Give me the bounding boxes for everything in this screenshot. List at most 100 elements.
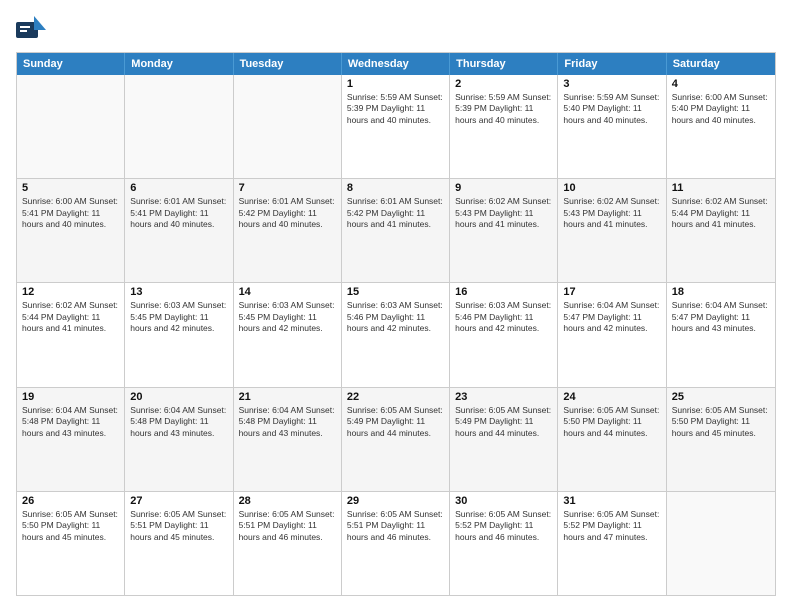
day-number-14: 14 [239,286,336,298]
day-info-15: Sunrise: 6:03 AM Sunset: 5:46 PM Dayligh… [347,300,444,334]
day-number-27: 27 [130,495,227,507]
day-number-2: 2 [455,78,552,90]
day-cell-1: 1 Sunrise: 5:59 AM Sunset: 5:39 PM Daylig… [342,75,450,178]
day-cell-30: 30 Sunrise: 6:05 AM Sunset: 5:52 PM Dayli… [450,492,558,595]
day-info-22: Sunrise: 6:05 AM Sunset: 5:49 PM Dayligh… [347,405,444,439]
day-info-23: Sunrise: 6:05 AM Sunset: 5:49 PM Dayligh… [455,405,552,439]
day-cell-14: 14 Sunrise: 6:03 AM Sunset: 5:45 PM Dayli… [234,283,342,386]
day-cell-29: 29Sunrise: 6:05 AM Sunset: 5:51 PM Dayli… [342,492,450,595]
day-info-14: Sunrise: 6:03 AM Sunset: 5:45 PM Dayligh… [239,300,336,334]
day-number-10: 10 [563,182,660,194]
day-cell-6: 6 Sunrise: 6:01 AM Sunset: 5:41 PM Daylig… [125,179,233,282]
day-cell-3: 3Sunrise: 5:59 AM Sunset: 5:40 PM Daylig… [558,75,666,178]
day-number-25: 25 [672,391,770,403]
day-cell-13: 13 Sunrise: 6:03 AM Sunset: 5:45 PM Dayli… [125,283,233,386]
day-number-21: 21 [239,391,336,403]
day-cell-11: 11Sunrise: 6:02 AM Sunset: 5:44 PM Dayli… [667,179,775,282]
day-cell-8: 8 Sunrise: 6:01 AM Sunset: 5:42 PM Daylig… [342,179,450,282]
day-cell-4: 4 Sunrise: 6:00 AM Sunset: 5:40 PM Daylig… [667,75,775,178]
day-info-25: Sunrise: 6:05 AM Sunset: 5:50 PM Dayligh… [672,405,770,439]
day-info-1: Sunrise: 5:59 AM Sunset: 5:39 PM Dayligh… [347,92,444,126]
day-cell-19: 19 Sunrise: 6:04 AM Sunset: 5:48 PM Dayli… [17,388,125,491]
day-cell-28: 28 Sunrise: 6:05 AM Sunset: 5:51 PM Dayli… [234,492,342,595]
day-number-7: 7 [239,182,336,194]
day-number-1: 1 [347,78,444,90]
calendar-header: SundayMondayTuesdayWednesdayThursdayFrid… [17,53,775,75]
day-info-2: Sunrise: 5:59 AM Sunset: 5:39 PM Dayligh… [455,92,552,126]
day-info-5: Sunrise: 6:00 AM Sunset: 5:41 PM Dayligh… [22,196,119,230]
day-info-13: Sunrise: 6:03 AM Sunset: 5:45 PM Dayligh… [130,300,227,334]
day-number-8: 8 [347,182,444,194]
empty-cell [125,75,233,178]
day-number-13: 13 [130,286,227,298]
day-number-20: 20 [130,391,227,403]
day-cell-10: 10 Sunrise: 6:02 AM Sunset: 5:43 PM Dayli… [558,179,666,282]
day-info-10: Sunrise: 6:02 AM Sunset: 5:43 PM Dayligh… [563,196,660,230]
day-number-9: 9 [455,182,552,194]
day-cell-15: 15 Sunrise: 6:03 AM Sunset: 5:46 PM Dayli… [342,283,450,386]
calendar-row-4: 19 Sunrise: 6:04 AM Sunset: 5:48 PM Dayli… [17,388,775,492]
header-cell-wednesday: Wednesday [342,53,450,75]
day-number-18: 18 [672,286,770,298]
day-info-8: Sunrise: 6:01 AM Sunset: 5:42 PM Dayligh… [347,196,444,230]
day-cell-26: 26 Sunrise: 6:05 AM Sunset: 5:50 PM Dayli… [17,492,125,595]
calendar-row-2: 5 Sunrise: 6:00 AM Sunset: 5:41 PM Daylig… [17,179,775,283]
day-info-16: Sunrise: 6:03 AM Sunset: 5:46 PM Dayligh… [455,300,552,334]
day-info-21: Sunrise: 6:04 AM Sunset: 5:48 PM Dayligh… [239,405,336,439]
day-info-4: Sunrise: 6:00 AM Sunset: 5:40 PM Dayligh… [672,92,770,126]
empty-cell [234,75,342,178]
day-info-6: Sunrise: 6:01 AM Sunset: 5:41 PM Dayligh… [130,196,227,230]
day-info-12: Sunrise: 6:02 AM Sunset: 5:44 PM Dayligh… [22,300,119,334]
day-info-26: Sunrise: 6:05 AM Sunset: 5:50 PM Dayligh… [22,509,119,543]
header-cell-tuesday: Tuesday [234,53,342,75]
day-cell-17: 17 Sunrise: 6:04 AM Sunset: 5:47 PM Dayli… [558,283,666,386]
day-number-5: 5 [22,182,119,194]
day-cell-9: 9 Sunrise: 6:02 AM Sunset: 5:43 PM Daylig… [450,179,558,282]
day-cell-22: 22Sunrise: 6:05 AM Sunset: 5:49 PM Dayli… [342,388,450,491]
day-number-28: 28 [239,495,336,507]
day-info-17: Sunrise: 6:04 AM Sunset: 5:47 PM Dayligh… [563,300,660,334]
calendar: SundayMondayTuesdayWednesdayThursdayFrid… [16,52,776,596]
logo-row [16,16,48,44]
day-cell-31: 31 Sunrise: 6:05 AM Sunset: 5:52 PM Dayli… [558,492,666,595]
day-cell-20: 20Sunrise: 6:04 AM Sunset: 5:48 PM Dayli… [125,388,233,491]
day-number-6: 6 [130,182,227,194]
day-info-29: Sunrise: 6:05 AM Sunset: 5:51 PM Dayligh… [347,509,444,543]
day-number-30: 30 [455,495,552,507]
day-number-17: 17 [563,286,660,298]
header [16,16,776,44]
day-cell-18: 18 Sunrise: 6:04 AM Sunset: 5:47 PM Dayli… [667,283,775,386]
day-info-9: Sunrise: 6:02 AM Sunset: 5:43 PM Dayligh… [455,196,552,230]
empty-cell [667,492,775,595]
logo-icon [16,16,46,44]
day-info-30: Sunrise: 6:05 AM Sunset: 5:52 PM Dayligh… [455,509,552,543]
header-cell-saturday: Saturday [667,53,775,75]
header-cell-sunday: Sunday [17,53,125,75]
day-number-26: 26 [22,495,119,507]
day-number-16: 16 [455,286,552,298]
day-info-18: Sunrise: 6:04 AM Sunset: 5:47 PM Dayligh… [672,300,770,334]
day-number-15: 15 [347,286,444,298]
day-info-31: Sunrise: 6:05 AM Sunset: 5:52 PM Dayligh… [563,509,660,543]
day-number-4: 4 [672,78,770,90]
day-number-19: 19 [22,391,119,403]
day-cell-12: 12 Sunrise: 6:02 AM Sunset: 5:44 PM Dayli… [17,283,125,386]
day-cell-16: 16 Sunrise: 6:03 AM Sunset: 5:46 PM Dayli… [450,283,558,386]
header-cell-monday: Monday [125,53,233,75]
day-cell-7: 7 Sunrise: 6:01 AM Sunset: 5:42 PM Daylig… [234,179,342,282]
day-cell-2: 2 Sunrise: 5:59 AM Sunset: 5:39 PM Daylig… [450,75,558,178]
day-info-28: Sunrise: 6:05 AM Sunset: 5:51 PM Dayligh… [239,509,336,543]
day-number-31: 31 [563,495,660,507]
day-cell-23: 23Sunrise: 6:05 AM Sunset: 5:49 PM Dayli… [450,388,558,491]
calendar-row-5: 26 Sunrise: 6:05 AM Sunset: 5:50 PM Dayli… [17,492,775,595]
page: SundayMondayTuesdayWednesdayThursdayFrid… [0,0,792,612]
day-info-24: Sunrise: 6:05 AM Sunset: 5:50 PM Dayligh… [563,405,660,439]
day-cell-21: 21 Sunrise: 6:04 AM Sunset: 5:48 PM Dayli… [234,388,342,491]
day-cell-25: 25 Sunrise: 6:05 AM Sunset: 5:50 PM Dayli… [667,388,775,491]
day-number-12: 12 [22,286,119,298]
day-cell-24: 24Sunrise: 6:05 AM Sunset: 5:50 PM Dayli… [558,388,666,491]
header-cell-thursday: Thursday [450,53,558,75]
day-cell-5: 5 Sunrise: 6:00 AM Sunset: 5:41 PM Daylig… [17,179,125,282]
day-info-19: Sunrise: 6:04 AM Sunset: 5:48 PM Dayligh… [22,405,119,439]
day-info-7: Sunrise: 6:01 AM Sunset: 5:42 PM Dayligh… [239,196,336,230]
